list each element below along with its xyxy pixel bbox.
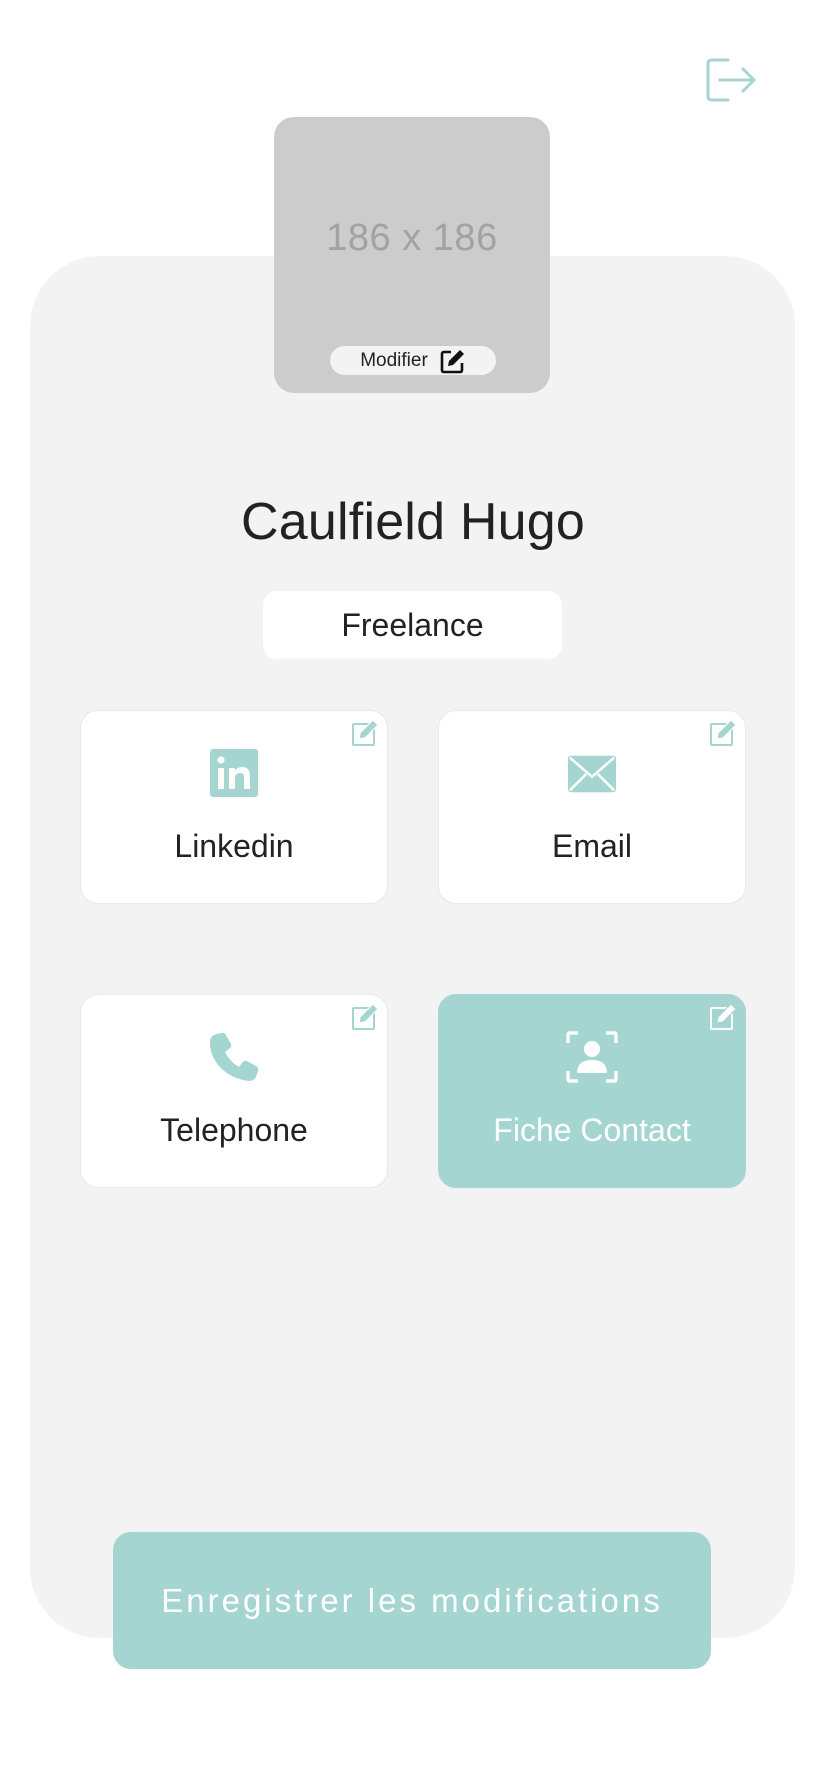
envelope-icon (567, 755, 617, 793)
profile-name: Caulfield Hugo (241, 493, 585, 551)
pencil-square-icon (440, 349, 464, 373)
tile-telephone[interactable]: Telephone (80, 994, 388, 1188)
linkedin-icon (210, 749, 258, 797)
tile-email[interactable]: Email (438, 710, 746, 904)
contact-card-icon (566, 1031, 618, 1083)
edit-icon[interactable] (709, 1003, 737, 1031)
profile-edit-screen: 186 x 186 Modifier Caulfield Hugo Freela… (0, 0, 826, 1792)
tile-telephone-label: Telephone (160, 1112, 308, 1148)
profile-card (30, 256, 795, 1638)
tile-linkedin-label: Linkedin (174, 828, 294, 864)
phone-icon (210, 1032, 259, 1081)
tile-fiche-contact[interactable]: Fiche Contact (438, 994, 746, 1188)
logout-icon[interactable] (706, 58, 758, 102)
edit-icon[interactable] (351, 1003, 379, 1031)
modify-avatar-button[interactable]: Modifier (330, 346, 496, 375)
status-badge[interactable]: Freelance (263, 591, 562, 659)
edit-icon[interactable] (709, 719, 737, 747)
edit-icon[interactable] (351, 719, 379, 747)
avatar-placeholder-text: 186 x 186 (326, 216, 498, 259)
tile-email-label: Email (551, 828, 632, 864)
save-changes-button[interactable]: Enregistrer les modifications (113, 1532, 711, 1669)
avatar: 186 x 186 Modifier (274, 117, 550, 393)
modify-avatar-label: Modifier (360, 349, 428, 371)
tile-fiche-contact-label: Fiche Contact (493, 1112, 691, 1148)
tile-linkedin[interactable]: Linkedin (80, 710, 388, 904)
